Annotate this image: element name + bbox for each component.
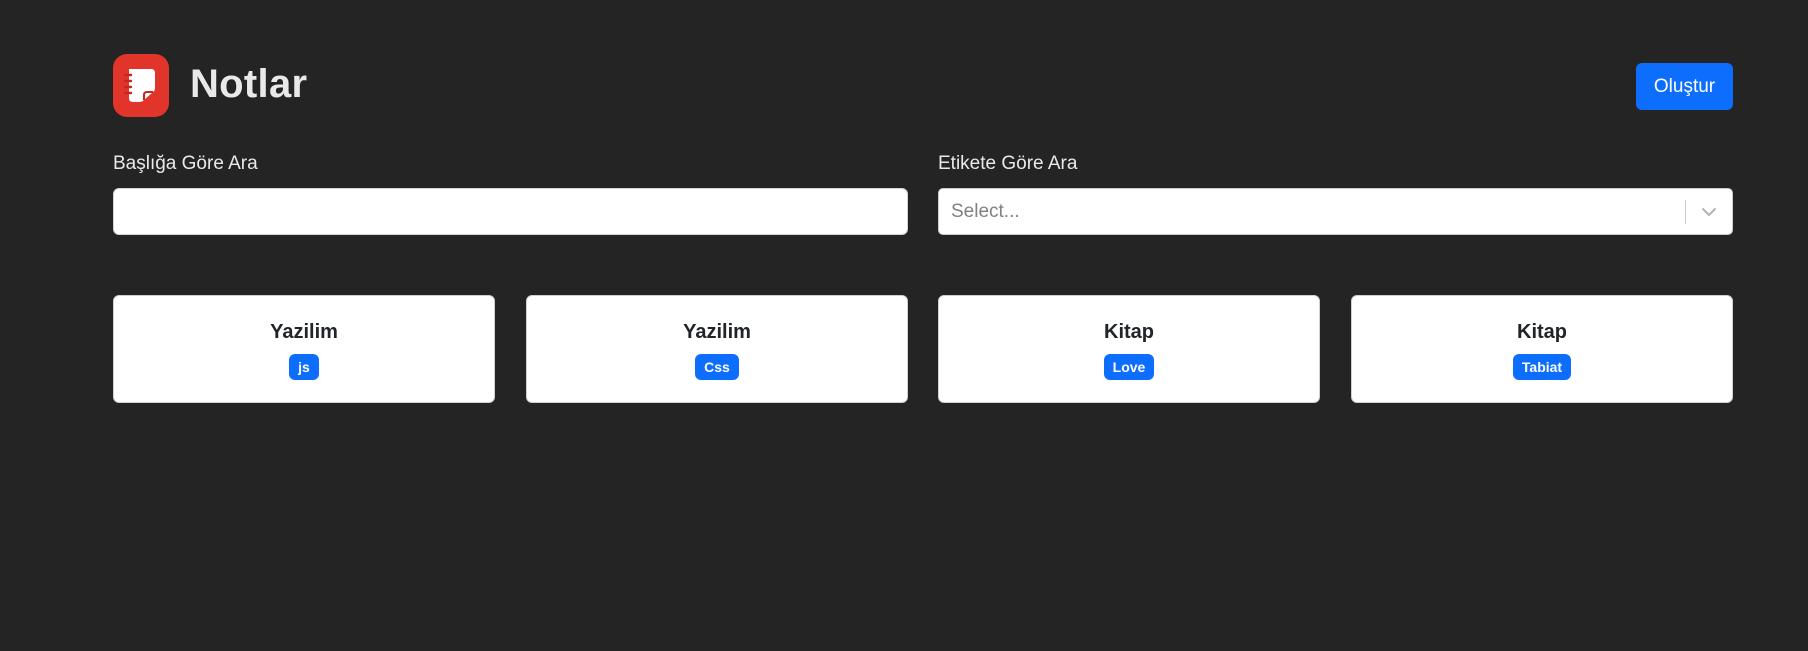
- note-card[interactable]: Yazilim js: [113, 295, 495, 403]
- note-tag-badge: Css: [695, 354, 739, 380]
- note-title: Kitap: [1104, 321, 1154, 343]
- tag-search-select[interactable]: Select...: [938, 188, 1733, 235]
- page-title: Notlar: [190, 62, 308, 106]
- note-card[interactable]: Yazilim Css: [526, 295, 908, 403]
- note-card[interactable]: Kitap Love: [938, 295, 1320, 403]
- tag-select-separator: [1685, 200, 1686, 224]
- notes-logo-icon: [113, 54, 169, 117]
- note-title: Yazilim: [270, 321, 338, 343]
- create-note-button[interactable]: Oluştur: [1636, 63, 1733, 110]
- title-search-input[interactable]: [113, 188, 908, 235]
- tag-search-group: Etikete Göre Ara Select...: [938, 152, 1733, 235]
- chevron-down-icon[interactable]: [1694, 197, 1724, 227]
- note-card[interactable]: Kitap Tabiat: [1351, 295, 1733, 403]
- tag-search-label: Etikete Göre Ara: [938, 153, 1078, 174]
- notes-grid: Yazilim js Yazilim Css Kitap Love Kitap …: [113, 295, 1733, 403]
- title-search-label: Başlığa Göre Ara: [113, 153, 258, 174]
- note-tag-badge: Tabiat: [1512, 354, 1572, 380]
- title-search-group: Başlığa Göre Ara: [113, 152, 908, 235]
- note-title: Yazilim: [683, 321, 751, 343]
- tag-select-placeholder: Select...: [951, 201, 1020, 222]
- note-tag-badge: js: [289, 354, 319, 380]
- note-tag-badge: Love: [1103, 354, 1155, 380]
- note-title: Kitap: [1517, 321, 1567, 343]
- header: Notlar Oluştur: [113, 54, 1733, 118]
